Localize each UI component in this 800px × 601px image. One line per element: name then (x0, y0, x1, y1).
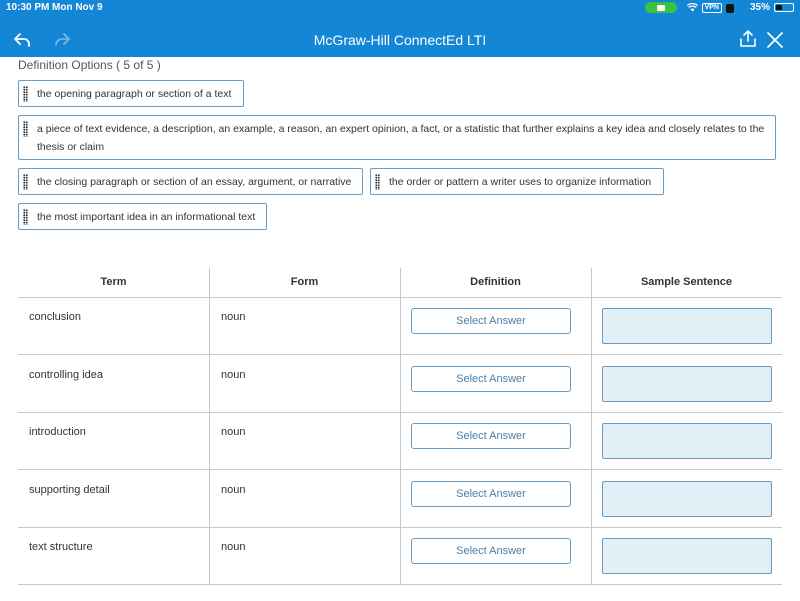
close-icon[interactable] (765, 30, 785, 50)
row-divider (18, 354, 782, 355)
row-divider (18, 412, 782, 413)
status-time: 10:30 PM (6, 2, 50, 13)
wifi-icon (686, 3, 698, 12)
sample-sentence-dropzone[interactable] (602, 481, 772, 517)
battery-icon (774, 3, 794, 12)
vpn-badge: VPN (701, 2, 722, 13)
status-indicators: VPN 35% (644, 2, 794, 13)
header-form: Form (290, 276, 319, 288)
sample-sentence-dropzone[interactable] (602, 538, 772, 574)
nav-bar: McGraw-Hill ConnectEd LTI (0, 24, 800, 57)
row-divider (18, 297, 782, 298)
form-cell: noun (221, 541, 246, 553)
term-cell: text structure (29, 541, 93, 553)
form-cell: noun (221, 484, 246, 496)
column-divider (591, 268, 592, 584)
term-cell: supporting detail (29, 484, 110, 496)
row-divider (18, 527, 782, 528)
page-title: McGraw-Hill ConnectEd LTI (313, 32, 487, 48)
definition-option[interactable]: the closing paragraph or section of an e… (18, 168, 363, 195)
app-header: 10:30 PM Mon Nov 9 VPN 35% McGraw-Hill C… (0, 0, 800, 57)
drag-handle-icon[interactable] (23, 86, 28, 102)
drag-handle-icon[interactable] (23, 174, 28, 190)
header-term: Term (100, 276, 127, 288)
camera-in-use-icon (644, 2, 677, 13)
select-answer-button[interactable]: Select Answer (411, 481, 571, 507)
form-cell: noun (221, 311, 246, 323)
definition-option[interactable]: the most important idea in an informatio… (18, 203, 267, 230)
header-definition: Definition (470, 276, 521, 288)
drag-handle-icon[interactable] (375, 174, 380, 190)
select-answer-button[interactable]: Select Answer (411, 538, 571, 564)
column-divider (209, 268, 210, 584)
sample-sentence-dropzone[interactable] (602, 366, 772, 402)
drag-handle-icon[interactable] (23, 209, 28, 225)
select-answer-button[interactable]: Select Answer (411, 423, 571, 449)
status-date: Mon Nov 9 (52, 2, 103, 13)
row-divider (18, 469, 782, 470)
column-divider (400, 268, 401, 584)
header-sample-sentence: Sample Sentence (640, 276, 733, 288)
sample-sentence-dropzone[interactable] (602, 423, 772, 459)
definition-option[interactable]: a piece of text evidence, a description,… (18, 115, 776, 160)
status-bar: 10:30 PM Mon Nov 9 VPN 35% (0, 0, 800, 16)
term-cell: conclusion (29, 311, 81, 323)
sample-sentence-dropzone[interactable] (602, 308, 772, 344)
term-cell: controlling idea (29, 369, 103, 381)
form-cell: noun (221, 426, 246, 438)
orientation-lock-icon (725, 3, 734, 13)
select-answer-button[interactable]: Select Answer (411, 366, 571, 392)
moon-icon (740, 3, 745, 12)
definition-options-title: Definition Options ( 5 of 5 ) (18, 58, 161, 72)
select-answer-button[interactable]: Select Answer (411, 308, 571, 334)
form-cell: noun (221, 369, 246, 381)
share-icon[interactable] (738, 29, 758, 49)
row-divider (18, 584, 782, 585)
drag-handle-icon[interactable] (23, 121, 28, 137)
term-cell: introduction (29, 426, 86, 438)
battery-percent: 35% (749, 2, 770, 13)
definition-option[interactable]: the opening paragraph or section of a te… (18, 80, 244, 107)
definition-option[interactable]: the order or pattern a writer uses to or… (370, 168, 664, 195)
